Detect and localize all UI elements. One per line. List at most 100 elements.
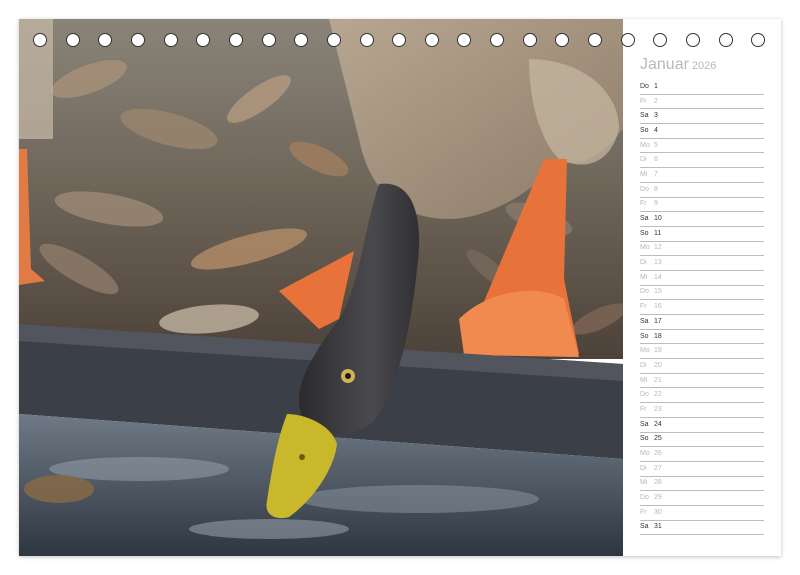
- weekday-label: Di: [640, 464, 647, 472]
- day-row: Di 20: [640, 359, 764, 374]
- day-row: Fr 23: [640, 403, 764, 418]
- day-number: 25: [654, 435, 662, 443]
- binding-hole: [98, 33, 113, 47]
- day-row: Do 22: [640, 388, 764, 404]
- day-number: 21: [654, 376, 662, 384]
- day-number: 17: [654, 317, 662, 325]
- weekday-label: Do: [640, 82, 649, 90]
- day-row: Sa 24: [640, 418, 764, 433]
- binding-hole: [653, 33, 668, 47]
- month-title: Januar 2026: [640, 56, 716, 75]
- binding-hole: [163, 33, 178, 47]
- year-label: 2026: [691, 60, 717, 72]
- day-number: 29: [654, 494, 662, 502]
- day-number: 12: [654, 244, 662, 252]
- day-row: Mi 28: [640, 477, 764, 492]
- binding-hole: [294, 33, 309, 47]
- spiral-binding: [19, 33, 781, 51]
- day-number: 8: [654, 185, 658, 193]
- weekday-label: Mi: [640, 273, 648, 281]
- weekday-label: Mo: [640, 450, 650, 458]
- day-row: So 4: [640, 124, 764, 139]
- day-row: Fr 2: [640, 95, 764, 110]
- binding-hole: [130, 33, 145, 47]
- binding-hole: [65, 33, 80, 47]
- weekday-label: Sa: [640, 112, 649, 120]
- month-name: Januar: [640, 56, 689, 73]
- weekday-label: Fr: [640, 303, 647, 311]
- day-number: 14: [654, 273, 662, 281]
- day-number: 31: [654, 523, 662, 531]
- day-number: 15: [654, 288, 662, 296]
- weekday-label: Do: [640, 185, 649, 193]
- day-row: Fr 16: [640, 300, 764, 315]
- day-row: Do 29: [640, 491, 764, 506]
- weekday-label: Fr: [640, 200, 647, 208]
- weekday-label: Mi: [640, 479, 648, 487]
- binding-hole: [424, 33, 439, 47]
- binding-hole: [392, 33, 407, 47]
- day-row: Sa 3: [640, 109, 764, 125]
- binding-hole: [588, 33, 603, 47]
- day-number: 7: [654, 170, 658, 178]
- day-number: 27: [654, 464, 662, 472]
- day-number: 10: [654, 215, 662, 223]
- day-row: So 25: [640, 433, 764, 448]
- binding-hole: [261, 33, 276, 47]
- day-number: 5: [654, 141, 658, 149]
- day-row: Mi 21: [640, 374, 764, 389]
- day-row: Di 13: [640, 256, 764, 271]
- day-row: Do 1: [640, 80, 764, 95]
- day-row: Mo 5: [640, 139, 764, 154]
- binding-hole: [522, 33, 537, 47]
- binding-hole: [457, 33, 472, 47]
- duck-photo: [19, 19, 623, 556]
- binding-hole: [490, 33, 505, 47]
- day-row: Sa 10: [640, 212, 764, 227]
- day-number: 13: [654, 259, 662, 267]
- day-number: 6: [654, 156, 658, 164]
- day-row: Di 6: [640, 153, 764, 169]
- day-number: 16: [654, 303, 662, 311]
- day-number: 19: [654, 347, 662, 355]
- day-row: So 18: [640, 330, 764, 345]
- day-number: 3: [654, 112, 658, 120]
- weekday-label: Do: [640, 288, 649, 296]
- day-number: 28: [654, 479, 662, 487]
- weekday-label: Mi: [640, 376, 648, 384]
- weekday-label: Di: [640, 361, 647, 369]
- weekday-label: Fr: [640, 508, 647, 516]
- day-row: Mi 14: [640, 271, 764, 286]
- binding-hole: [751, 33, 766, 47]
- weekday-label: Mo: [640, 244, 650, 252]
- weekday-label: Mo: [640, 141, 650, 149]
- weekday-label: So: [640, 332, 649, 340]
- day-number: 23: [654, 405, 662, 413]
- binding-hole: [359, 33, 374, 47]
- binding-hole: [620, 33, 635, 47]
- day-row: Do 8: [640, 183, 764, 198]
- day-number: 1: [654, 82, 658, 90]
- day-number: 30: [654, 508, 662, 516]
- weekday-label: So: [640, 126, 649, 134]
- day-number: 11: [654, 229, 662, 237]
- weekday-label: Di: [640, 156, 647, 164]
- weekday-label: Fr: [640, 405, 647, 413]
- weekday-label: Sa: [640, 317, 649, 325]
- day-list: Do 1 Fr 2 Sa 3 So 4 Mo 5 Di 6 Mi 7 Do 8 Fr 9 Sa 10 So 11 Mo 12 D…: [640, 80, 764, 536]
- day-row: Mo 26: [640, 447, 764, 462]
- day-number: 26: [654, 450, 662, 458]
- binding-hole: [196, 33, 211, 47]
- day-number: 9: [654, 200, 658, 208]
- day-row: Fr 30: [640, 506, 764, 521]
- weekday-label: Do: [640, 494, 649, 502]
- day-row: Mi 7: [640, 168, 764, 183]
- day-row: Di 27: [640, 462, 764, 477]
- day-row: Sa 17: [640, 315, 764, 330]
- day-number: 24: [654, 420, 662, 428]
- day-row: Do 15: [640, 286, 764, 301]
- day-number: 20: [654, 361, 662, 369]
- day-number: 4: [654, 126, 658, 134]
- day-row: Mo 12: [640, 242, 764, 257]
- weekday-label: Sa: [640, 523, 649, 531]
